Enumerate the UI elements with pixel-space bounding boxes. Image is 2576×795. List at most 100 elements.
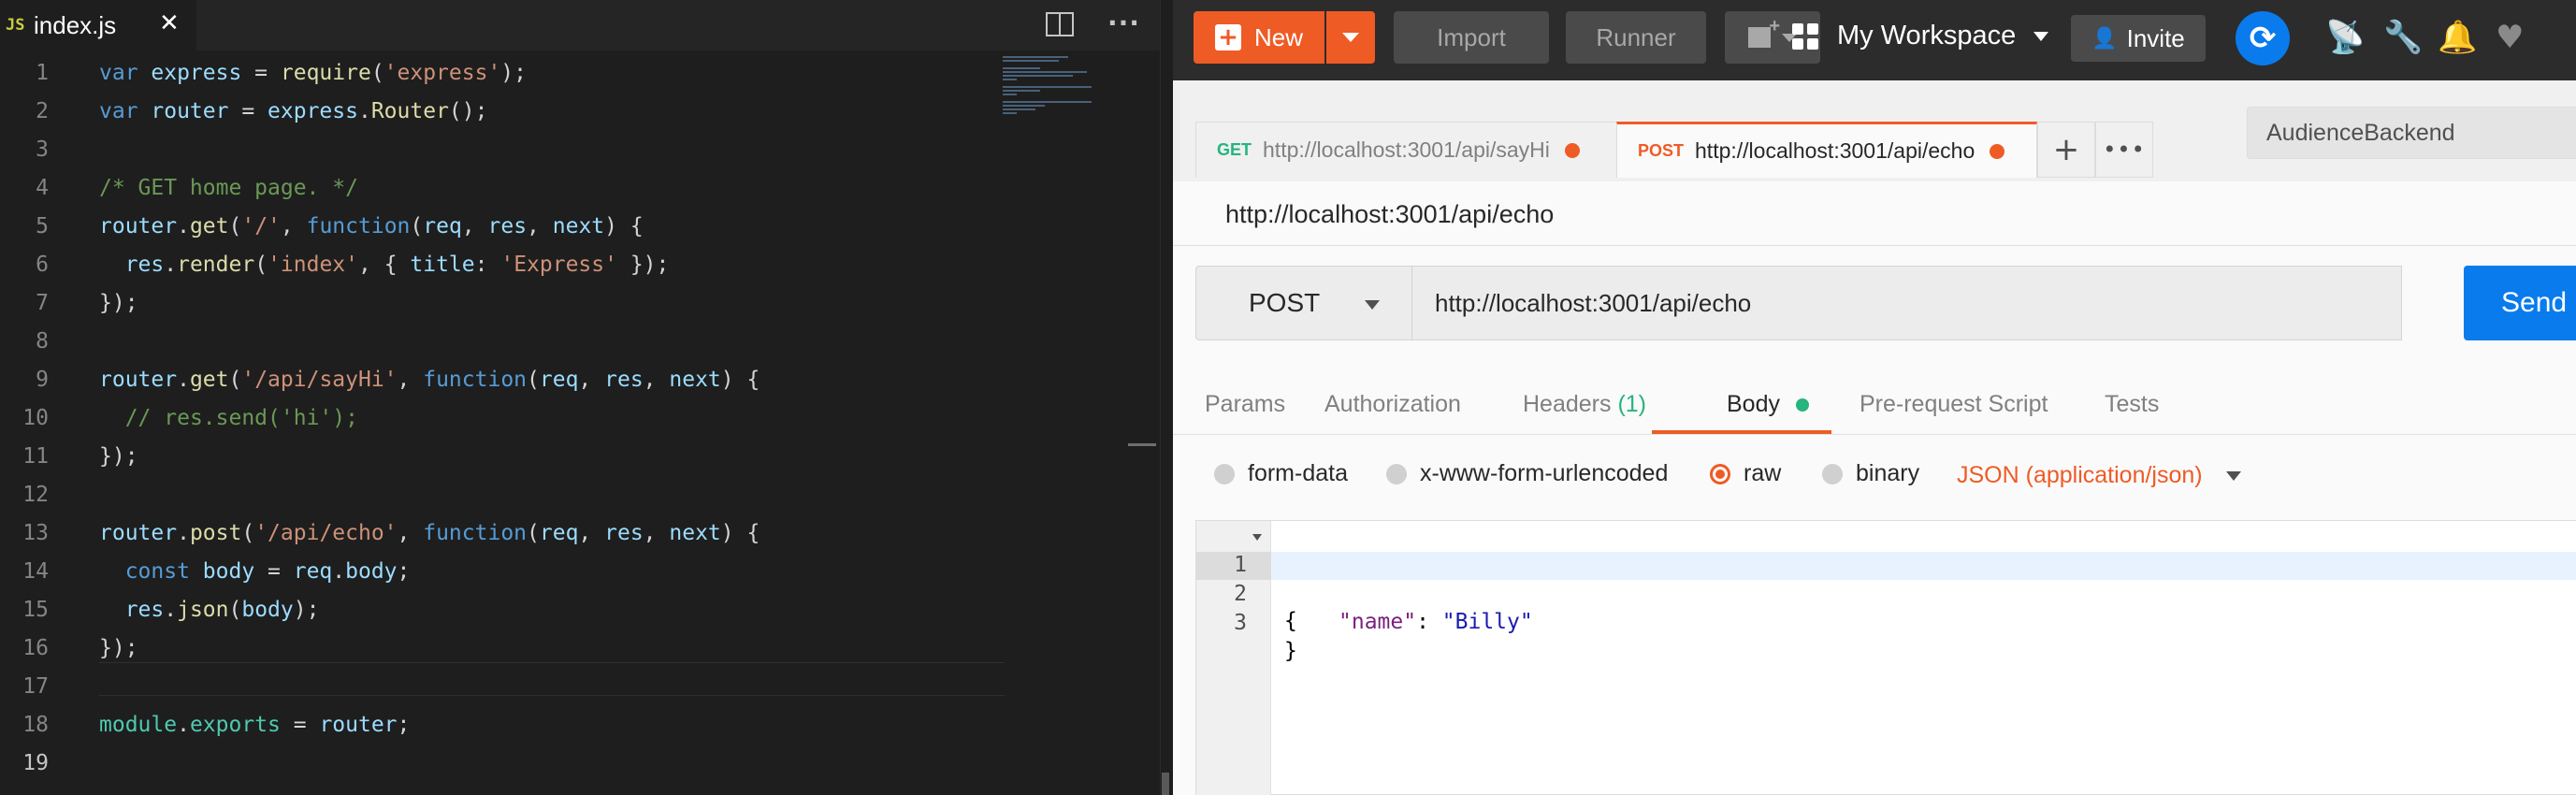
code-text: res.json(body); (124, 598, 320, 622)
request-tab-url: http://localhost:3001/api/sayHi (1263, 137, 1550, 162)
radio-label: form-data (1248, 460, 1348, 486)
body-editor[interactable]: 1 { 2 "name": "Billy" 3 } (1195, 520, 2576, 795)
radio-urlencoded[interactable]: x-www-form-urlencoded (1386, 460, 1668, 487)
request-tab-echo[interactable]: POST http://localhost:3001/api/echo (1616, 122, 2037, 178)
request-tab-method: POST (1638, 141, 1685, 160)
wrench-icon[interactable]: 🔧 (2383, 19, 2423, 56)
code-editor: JS index.js ✕ ··· 1 var express = require… (0, 0, 1173, 795)
code-line[interactable]: 4 /* GET home page. */ (0, 171, 1029, 205)
more-actions-icon[interactable]: ··· (1107, 7, 1140, 38)
code-line[interactable]: 7}); (0, 286, 1029, 320)
tab-body[interactable]: Body (1727, 391, 1809, 418)
new-dropdown-button[interactable] (1326, 11, 1375, 64)
content-type-select[interactable]: JSON (application/json) (1957, 462, 2203, 489)
code-line[interactable]: 16}); (0, 631, 1029, 665)
request-tab-sayhi[interactable]: GET http://localhost:3001/api/sayHi (1195, 122, 1622, 178)
invite-button-label: Invite (2126, 23, 2185, 52)
radio-binary[interactable]: binary (1822, 460, 1919, 487)
code-line[interactable]: 1 var express = require('express'); (0, 56, 1029, 90)
more-tabs-button[interactable]: ••• (2095, 122, 2153, 178)
chevron-down-icon[interactable] (2226, 471, 2241, 481)
heart-icon[interactable]: ♥ (2496, 19, 2524, 56)
code-line[interactable]: 5 router.get('/', function(req, res, next… (0, 210, 1029, 243)
minimap[interactable] (1003, 56, 1106, 131)
fold-arrow-icon[interactable] (1252, 534, 1262, 541)
environment-selector[interactable]: AudienceBackend (2247, 107, 2576, 159)
plus-icon: + (1214, 24, 1241, 51)
tab-params[interactable]: Params (1205, 391, 1285, 418)
radio-label: x-www-form-urlencoded (1420, 460, 1669, 486)
unsaved-dot-icon (1990, 143, 2005, 159)
request-tab-method: GET (1217, 140, 1252, 159)
line-number: 10 (22, 406, 49, 430)
code-line[interactable]: 8 (0, 325, 1029, 358)
body-indicator-dot (1795, 398, 1809, 412)
code-text: var router = express.Router(); (99, 99, 488, 123)
javascript-file-icon: JS (6, 16, 25, 35)
workspace-grid-icon[interactable] (1792, 23, 1818, 50)
runner-button[interactable]: Runner (1566, 11, 1706, 64)
body-line: 1 { (1196, 523, 2576, 633)
code-line[interactable]: 3 (0, 133, 1029, 166)
tab-prerequest-script[interactable]: Pre-request Script (1860, 391, 2048, 418)
line-number: 13 (22, 521, 49, 545)
chevron-down-icon[interactable] (2033, 32, 2048, 41)
new-button[interactable]: + New (1194, 11, 1324, 64)
line-number: 1 (36, 61, 49, 85)
send-button[interactable]: Send (2464, 266, 2576, 340)
editor-scrollbar-thumb[interactable] (1162, 773, 1169, 795)
json-value: "Billy" (1441, 610, 1533, 634)
editor-tab-bar: JS index.js ✕ ··· (0, 0, 1173, 51)
code-text: router.get('/', function(req, res, next)… (99, 214, 644, 238)
tab-headers[interactable]: Headers (1) (1523, 391, 1646, 418)
radio-circle (1822, 463, 1843, 484)
line-number: 5 (36, 214, 49, 238)
method-select[interactable]: POST (1195, 266, 1412, 340)
code-line[interactable]: 9 router.get('/api/sayHi', function(req, … (0, 363, 1029, 397)
code-line[interactable]: 18 module.exports = router; (0, 708, 1029, 742)
tab-authorization[interactable]: Authorization (1324, 391, 1461, 418)
code-text: /* GET home page. */ (99, 176, 358, 200)
workspace-selector[interactable]: My Workspace (1837, 21, 2016, 51)
request-name: http://localhost:3001/api/echo (1225, 200, 1555, 228)
sash-handle[interactable] (1128, 443, 1156, 446)
code-text: }); (99, 444, 138, 469)
radio-form-data[interactable]: form-data (1214, 460, 1348, 487)
code-line[interactable]: 19 (0, 746, 1029, 780)
code-line[interactable]: 13 router.post('/api/echo', function(req,… (0, 516, 1029, 550)
method-value: POST (1249, 288, 1321, 317)
code-line[interactable]: 11}); (0, 440, 1029, 473)
sync-icon[interactable]: ⟳ (2236, 11, 2290, 65)
new-window-icon (1748, 16, 1780, 48)
code-text: }); (99, 636, 138, 660)
code-line[interactable]: 2 var router = express.Router(); (0, 94, 1029, 128)
split-editor-icon[interactable] (1046, 12, 1074, 36)
add-user-icon: 👤 (2091, 26, 2118, 51)
editor-tab-index-js[interactable]: JS index.js ✕ (0, 0, 196, 51)
url-input[interactable]: http://localhost:3001/api/echo (1412, 266, 2402, 340)
code-line[interactable]: 17 (0, 670, 1029, 703)
divider (1173, 245, 2576, 246)
editor-scrollbar[interactable] (1160, 0, 1173, 795)
bell-icon[interactable]: 🔔 (2438, 19, 2477, 56)
code-line[interactable]: 10 // res.send('hi'); (0, 401, 1029, 435)
new-button-label: New (1253, 22, 1303, 51)
invite-button[interactable]: 👤 Invite (2071, 15, 2206, 62)
add-tab-button[interactable]: + (2037, 122, 2095, 178)
code-line[interactable]: 14 const body = req.body; (0, 555, 1029, 588)
editor-tab-title: index.js (34, 10, 117, 39)
code-line[interactable]: 12 (0, 478, 1029, 512)
headers-count: (1) (1617, 391, 1647, 417)
body-line: 2 "name": "Billy" (1234, 582, 1533, 634)
line-number: 7 (36, 291, 49, 315)
import-button[interactable]: Import (1394, 11, 1549, 64)
code-line[interactable]: 15 res.json(body); (0, 593, 1029, 627)
satellite-icon[interactable]: 📡 (2325, 19, 2365, 56)
tab-tests[interactable]: Tests (2105, 391, 2159, 418)
code-text: var express = require('express'); (99, 61, 527, 85)
line-number: 4 (36, 176, 49, 200)
code-line[interactable]: 6 res.render('index', { title: 'Express'… (0, 248, 1029, 282)
radio-raw[interactable]: raw (1710, 460, 1781, 487)
code-text: res.render('index', { title: 'Express' }… (124, 253, 670, 277)
close-icon[interactable]: ✕ (159, 9, 180, 37)
